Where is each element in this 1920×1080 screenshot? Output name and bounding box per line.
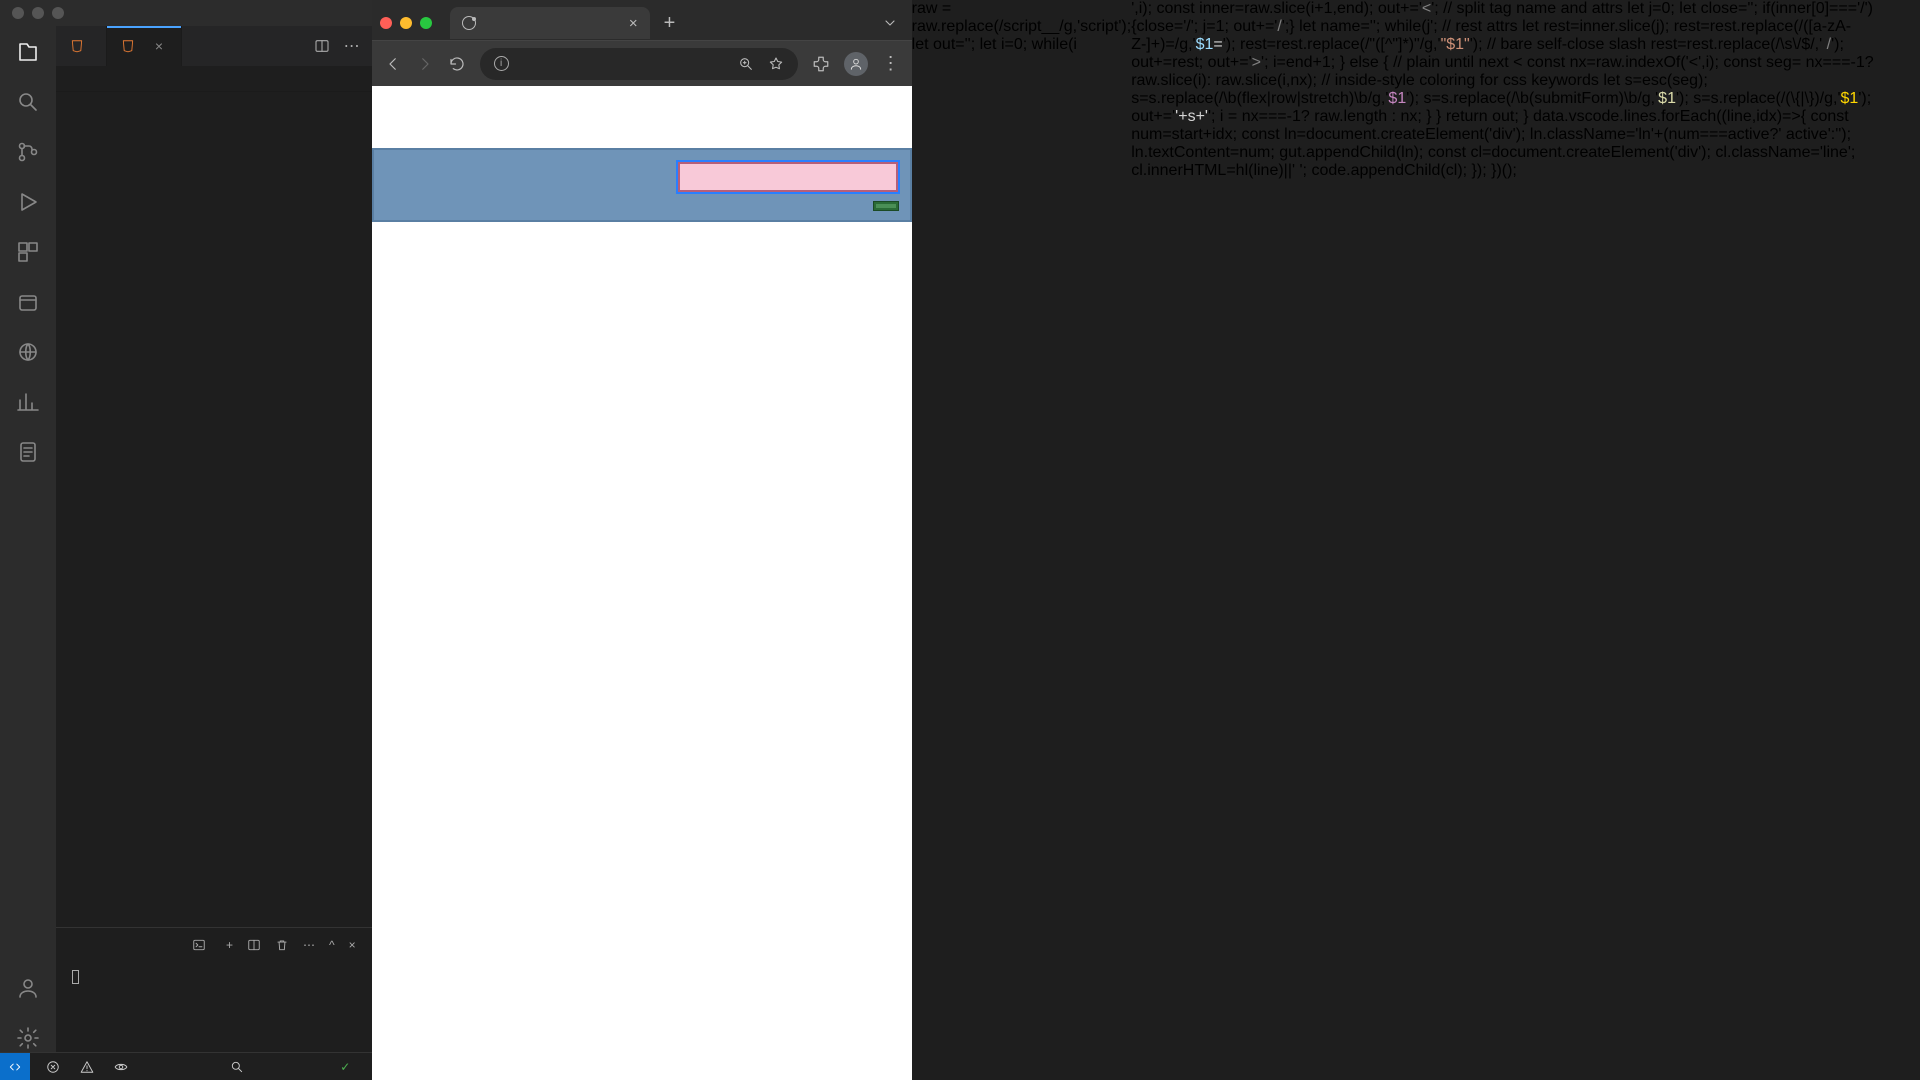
graph-icon[interactable] [14,388,42,416]
settings-gear-icon[interactable] [14,1024,42,1052]
folder-library-icon[interactable] [14,288,42,316]
text-doc-icon[interactable] [14,438,42,466]
zoom-window-icon[interactable] [52,7,64,19]
split-terminal-icon[interactable] [247,938,261,952]
tab-thankyou[interactable] [56,26,107,66]
editor-tabbar: × ⋯ [56,26,372,66]
status-warnings[interactable] [80,1060,98,1074]
back-button[interactable] [384,55,402,73]
address-bar-row: i ⋮ [372,40,912,86]
email-input[interactable] [678,162,898,192]
terminal-cursor [72,970,79,984]
minimize-window-icon[interactable] [32,7,44,19]
activity-bar [0,26,56,1052]
split-editor-icon[interactable] [314,38,330,54]
code-editor[interactable] [56,92,372,927]
favicon-icon [462,16,476,30]
browser-window: × + i ⋮ [372,0,912,1080]
zoom-window-icon[interactable] [420,17,432,29]
status-prettier[interactable]: ✓ [340,1060,361,1074]
html-file-icon [121,39,135,53]
kill-terminal-icon[interactable] [275,938,289,952]
extensions-icon[interactable] [14,238,42,266]
profile-avatar[interactable] [844,52,868,76]
browser-window-controls[interactable] [380,17,442,29]
line-number-gutter [56,92,112,927]
email-row [386,162,898,192]
source-control-icon[interactable] [14,138,42,166]
remote-indicator[interactable] [0,1053,30,1080]
browser-preview-icon[interactable] [14,338,42,366]
more-terminal-icon[interactable]: ⋯ [303,938,315,952]
browser-tab[interactable]: × [450,7,650,39]
maximize-panel-icon[interactable]: ^ [329,938,335,952]
reload-button[interactable] [448,55,466,73]
status-find[interactable] [230,1060,244,1074]
status-errors[interactable] [46,1060,64,1074]
terminal-output[interactable] [56,962,372,1052]
form-container [372,148,912,222]
browser-chrome: × + i ⋮ [372,0,912,86]
breadcrumb[interactable] [56,66,372,92]
minimize-window-icon[interactable] [400,17,412,29]
status-ports[interactable] [114,1060,132,1074]
browser-menu-icon[interactable]: ⋮ [882,53,900,74]
close-panel-icon[interactable]: × [349,938,356,952]
chevron-down-icon[interactable] [882,15,898,31]
explorer-icon[interactable] [14,38,42,66]
extensions-button[interactable] [812,55,830,73]
more-actions-icon[interactable]: ⋯ [344,36,360,56]
code-content[interactable] [112,92,372,927]
editor-area: × ⋯ [56,26,372,1052]
address-bar[interactable]: i [480,48,798,80]
panel-tabbar: + ⋯ ^ × [56,928,372,962]
bottom-panel: + ⋯ ^ × [56,927,372,1052]
bookmark-star-icon[interactable] [768,56,784,72]
site-info-icon[interactable]: i [494,56,509,71]
window-controls[interactable] [0,7,64,19]
forward-button [416,55,434,73]
tab-close-icon[interactable]: × [629,15,638,32]
new-terminal-icon[interactable]: + [226,938,233,952]
tabstrip-actions [882,15,904,31]
rendered-page [372,86,912,1080]
close-window-icon[interactable] [380,17,392,29]
vscode-window: × ⋯ [0,0,372,1080]
tab-close-icon[interactable]: × [151,38,167,54]
html-file-icon [70,39,84,53]
vscode-body: × ⋯ [0,26,372,1052]
panel-actions: + ⋯ ^ × [192,938,356,952]
terminal-icon [192,938,206,952]
zoom-page-icon[interactable] [738,56,754,72]
vscode-titlebar [0,0,372,26]
close-window-icon[interactable] [12,7,24,19]
new-tab-button[interactable]: + [658,12,682,35]
tab-index[interactable]: × [107,26,182,66]
editor-tab-actions: ⋯ [314,26,372,66]
search-icon[interactable] [14,88,42,116]
submit-button[interactable] [874,202,898,210]
browser-tabstrip: × + [372,0,912,40]
account-icon[interactable] [14,974,42,1002]
status-bar: ✓ [0,1052,372,1080]
debug-icon[interactable] [14,188,42,216]
terminal-process[interactable] [192,938,212,952]
